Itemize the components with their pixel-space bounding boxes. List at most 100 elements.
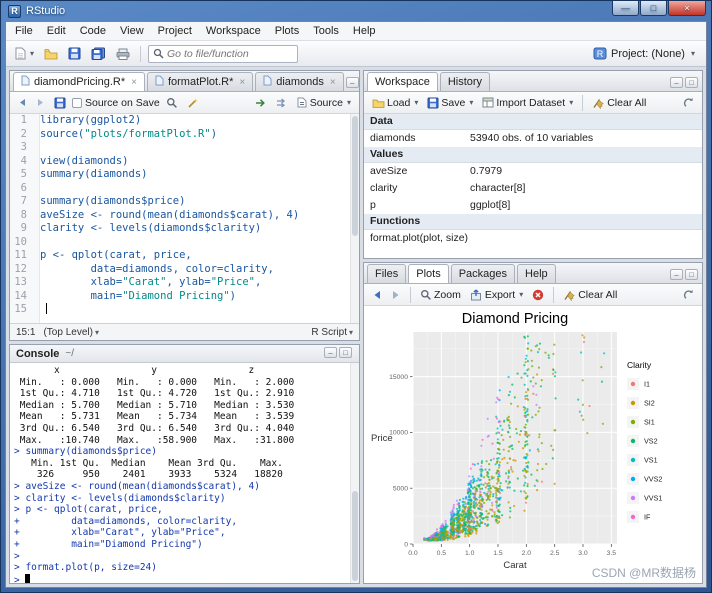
tab-label: Packages <box>458 268 508 280</box>
menu-project[interactable]: Project <box>151 23 199 39</box>
source-on-save-checkbox[interactable] <box>72 97 82 108</box>
minimize-pane-icon[interactable]: – <box>670 269 683 280</box>
tab-plots[interactable]: Plots <box>408 264 449 283</box>
print-button[interactable] <box>113 46 133 62</box>
menu-plots[interactable]: Plots <box>268 23 306 39</box>
menu-edit[interactable]: Edit <box>40 23 73 39</box>
tab-history[interactable]: History <box>439 72 491 91</box>
maximize-pane-icon[interactable]: □ <box>339 346 352 358</box>
console-scrollbar[interactable] <box>350 363 359 583</box>
line-number: 8 <box>20 208 27 221</box>
workspace-row[interactable]: aveSize 0.7979 <box>364 163 702 180</box>
goto-file-box[interactable] <box>148 44 299 63</box>
doc-type-selector[interactable]: R Script <box>311 327 353 338</box>
code-text: summary(diamonds) <box>40 168 148 180</box>
console-line: 1st Qu.: 4.710 1st Qu.: 4.720 1st Qu.: 2… <box>14 388 300 400</box>
refresh-workspace-button[interactable] <box>679 95 697 111</box>
code-line: 12 data=diamonds, color=clarity, <box>10 263 359 277</box>
code-line: 6 <box>10 182 359 196</box>
tab-packages[interactable]: Packages <box>450 264 516 283</box>
console-line: Max. :10.740 Max. :58.900 Max. :31.800 <box>14 434 300 446</box>
scope-selector[interactable]: (Top Level) <box>43 327 98 338</box>
scrollbar-thumb[interactable] <box>352 491 358 581</box>
find-replace-button[interactable] <box>163 95 181 111</box>
tab-diamonds[interactable]: diamonds × <box>255 72 344 91</box>
source-toolbar: Source on Save Source <box>10 92 359 114</box>
menu-workspace[interactable]: Workspace <box>199 23 268 39</box>
svg-text:SI1: SI1 <box>644 418 655 427</box>
minimize-pane-icon[interactable]: – <box>324 346 337 358</box>
zoom-plot-button[interactable]: Zoom <box>417 287 464 303</box>
svg-text:Clarity: Clarity <box>627 360 652 370</box>
tab-label: diamonds <box>276 76 324 88</box>
code-line: 14 main="Diamond Pricing") <box>10 290 359 304</box>
workspace-row[interactable]: clarity character[8] <box>364 180 702 197</box>
tab-formatplot-r-[interactable]: formatPlot.R* × <box>146 72 254 91</box>
minimize-window-button[interactable]: — <box>612 1 639 16</box>
scrollbar-thumb[interactable] <box>352 116 358 236</box>
save-all-button[interactable] <box>88 45 109 62</box>
run-line-button[interactable] <box>252 96 270 110</box>
editor-scrollbar[interactable] <box>350 114 359 323</box>
back-button[interactable] <box>15 96 30 109</box>
import-dataset-button[interactable]: Import Dataset <box>479 95 576 111</box>
tab-files[interactable]: Files <box>367 264 407 283</box>
code-line: 9 clarity <- levels(diamonds$clarity) <box>10 222 359 236</box>
export-plot-button[interactable]: Export <box>467 287 526 303</box>
console-line: x y z <box>14 365 300 376</box>
line-number: 13 <box>14 276 27 288</box>
refresh-plots-button[interactable] <box>679 287 697 303</box>
clear-plots-button[interactable]: Clear All <box>560 287 620 303</box>
close-window-button[interactable]: × <box>668 1 706 16</box>
workspace-row[interactable]: diamonds 53940 obs. of 10 variables <box>364 130 702 147</box>
minimize-pane-icon[interactable]: – <box>345 77 359 88</box>
project-selector[interactable]: R Project: (None) <box>588 45 700 62</box>
clear-workspace-button[interactable]: Clear All <box>589 95 649 111</box>
menu-file[interactable]: File <box>8 23 40 39</box>
menu-view[interactable]: View <box>113 23 151 39</box>
console-body[interactable]: x y z Min. : 0.000 Min. : 0.000 Min. : 2… <box>10 363 359 583</box>
close-tab-icon[interactable]: × <box>131 77 137 88</box>
code-tools-button[interactable] <box>184 95 202 111</box>
maximize-window-button[interactable]: □ <box>640 1 667 16</box>
close-tab-icon[interactable]: × <box>239 77 245 88</box>
menu-tools[interactable]: Tools <box>306 23 346 39</box>
line-number: 2 <box>20 127 27 140</box>
goto-file-input[interactable] <box>167 47 288 60</box>
object-name: format.plot(plot, size) <box>370 231 469 244</box>
menu-help[interactable]: Help <box>346 23 383 39</box>
svg-text:VS1: VS1 <box>644 456 658 465</box>
code-editor[interactable]: 1 library(ggplot2) 2 source("plots/formatPl… <box>10 114 359 323</box>
previous-plot-button[interactable] <box>369 288 385 302</box>
tab-workspace[interactable]: Workspace <box>367 72 438 91</box>
forward-button[interactable] <box>33 96 48 109</box>
title-bar[interactable]: R RStudio — □ × <box>1 1 711 21</box>
workspace-row[interactable]: format.plot(plot, size) <box>364 230 702 247</box>
open-file-button[interactable] <box>41 46 61 62</box>
save-workspace-button[interactable]: Save <box>424 95 476 111</box>
workspace-row[interactable]: p ggplot[8] <box>364 197 702 214</box>
remove-plot-button[interactable] <box>529 287 547 303</box>
source-status-bar: 15:1 (Top Level) R Script <box>10 323 359 340</box>
object-value: character[8] <box>470 181 526 194</box>
save-button[interactable] <box>65 45 84 62</box>
minimize-pane-icon[interactable]: – <box>670 77 683 88</box>
next-plot-button[interactable] <box>388 288 404 302</box>
tab-diamondpricing-r-[interactable]: diamondPricing.R* × <box>13 72 145 91</box>
load-workspace-button[interactable]: Load <box>369 95 421 111</box>
menu-code[interactable]: Code <box>73 23 113 39</box>
save-source-button[interactable] <box>51 95 69 111</box>
source-menu-button[interactable]: Source <box>294 95 354 111</box>
table-icon <box>482 97 494 108</box>
rerun-button[interactable] <box>273 96 291 110</box>
tab-help[interactable]: Help <box>517 264 556 283</box>
broom-icon <box>564 290 575 301</box>
close-tab-icon[interactable]: × <box>330 77 336 88</box>
save-label: Save <box>441 96 466 109</box>
line-number: 10 <box>14 235 27 248</box>
maximize-pane-icon[interactable]: □ <box>685 77 698 88</box>
new-file-button[interactable] <box>12 45 37 62</box>
line-number: 4 <box>20 154 27 167</box>
maximize-pane-icon[interactable]: □ <box>685 269 698 280</box>
